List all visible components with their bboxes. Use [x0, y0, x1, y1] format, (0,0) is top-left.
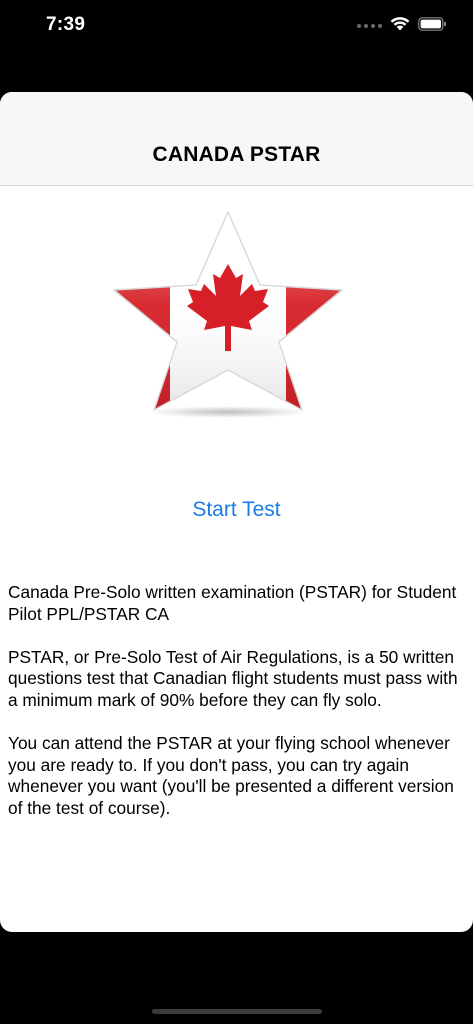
status-bar: 7:39	[0, 0, 473, 52]
modal-sheet: CANADA PSTAR Start Test Canada Pre-Solo …	[0, 92, 473, 932]
start-test-button[interactable]: Start Test	[0, 498, 473, 522]
description-paragraph: Canada Pre-Solo written examination (PST…	[8, 582, 457, 624]
battery-icon	[418, 16, 447, 36]
description-paragraph: You can attend the PSTAR at your flying …	[8, 733, 454, 818]
description-text: Canada Pre-Solo written examination (PST…	[8, 582, 460, 841]
description-paragraph: PSTAR, or Pre-Solo Test of Air Regulatio…	[8, 646, 458, 710]
home-indicator[interactable]	[152, 1009, 322, 1014]
canada-flag-star-icon	[108, 210, 348, 420]
status-time: 7:39	[46, 14, 86, 35]
status-icons	[357, 16, 447, 36]
navigation-bar: CANADA PSTAR	[0, 92, 473, 186]
wifi-icon	[390, 16, 410, 36]
cellular-signal-icon	[357, 24, 382, 28]
page-title: CANADA PSTAR	[152, 143, 321, 166]
